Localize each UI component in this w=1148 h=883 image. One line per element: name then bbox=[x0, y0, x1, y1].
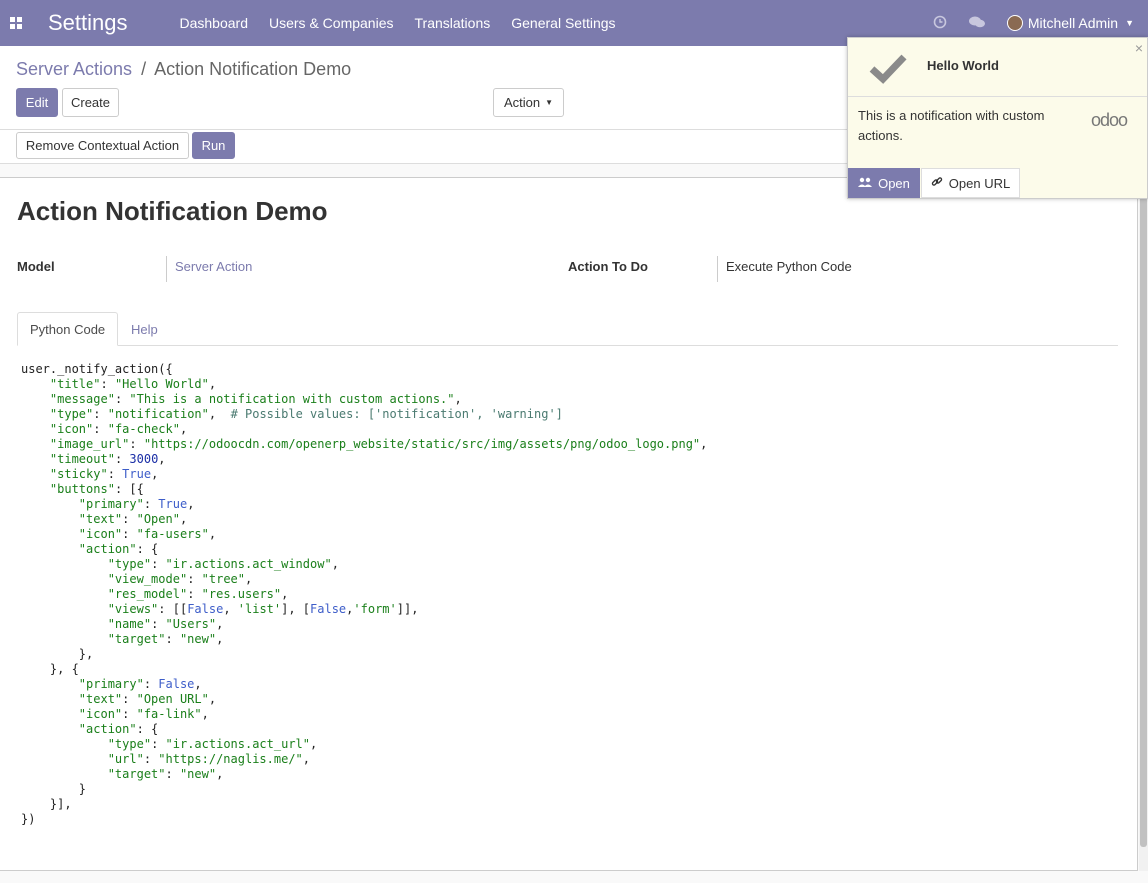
remove-contextual-action-button[interactable]: Remove Contextual Action bbox=[16, 132, 189, 159]
model-value-link[interactable]: Server Action bbox=[175, 259, 252, 274]
open-url-button[interactable]: Open URL bbox=[921, 168, 1020, 198]
tab-python-code[interactable]: Python Code bbox=[17, 312, 119, 346]
activity-clock-icon[interactable] bbox=[933, 15, 947, 32]
breadcrumb: Server Actions / Action Notification Dem… bbox=[16, 59, 351, 80]
notebook-tabs: Python Code Help bbox=[17, 312, 1118, 346]
form-sheet: Action Notification Demo Model Server Ac… bbox=[0, 177, 1138, 871]
user-menu-name[interactable]: Mitchell Admin bbox=[1028, 15, 1118, 31]
menu-item-dashboard[interactable]: Dashboard bbox=[169, 15, 259, 31]
caret-down-icon: ▼ bbox=[1125, 18, 1134, 28]
python-code-editor[interactable]: user._notify_action({ "title": "Hello Wo… bbox=[21, 362, 707, 827]
open-button-label: Open bbox=[878, 175, 910, 191]
check-icon bbox=[868, 48, 908, 88]
field-divider bbox=[166, 256, 167, 282]
main-menu: Dashboard Users & Companies Translations… bbox=[169, 15, 626, 31]
link-icon bbox=[931, 176, 943, 191]
action-dropdown[interactable]: Action ▼ bbox=[493, 88, 564, 117]
edit-button[interactable]: Edit bbox=[16, 88, 58, 117]
open-button[interactable]: Open bbox=[848, 168, 920, 198]
action-dropdown-label: Action bbox=[503, 95, 541, 110]
action-to-do-value: Execute Python Code bbox=[726, 259, 852, 274]
caret-down-icon: ▼ bbox=[545, 98, 554, 107]
close-icon[interactable]: × bbox=[1135, 40, 1143, 56]
odoo-logo: odoo bbox=[1091, 110, 1128, 130]
menu-item-general-settings[interactable]: General Settings bbox=[501, 15, 626, 31]
run-button[interactable]: Run bbox=[192, 132, 235, 159]
apps-menu-icon[interactable] bbox=[0, 0, 32, 46]
breadcrumb-current: Action Notification Demo bbox=[154, 59, 352, 79]
app-title: Settings bbox=[48, 10, 128, 35]
scrollbar-thumb[interactable] bbox=[1140, 182, 1147, 847]
notification-divider bbox=[848, 96, 1147, 97]
model-label: Model bbox=[17, 259, 55, 274]
field-divider bbox=[717, 256, 718, 282]
notification-message: This is a notification with custom actio… bbox=[858, 108, 1045, 143]
notification-title: Hello World bbox=[927, 58, 999, 73]
menu-item-translations[interactable]: Translations bbox=[404, 15, 501, 31]
notification-popup: × Hello World This is a notification wit… bbox=[847, 37, 1148, 199]
breadcrumb-server-actions[interactable]: Server Actions bbox=[16, 59, 132, 79]
action-to-do-label: Action To Do bbox=[568, 259, 648, 274]
breadcrumb-separator: / bbox=[141, 59, 147, 79]
menu-item-users-companies[interactable]: Users & Companies bbox=[259, 15, 405, 31]
create-button[interactable]: Create bbox=[62, 88, 119, 117]
open-url-button-label: Open URL bbox=[948, 175, 1011, 191]
record-title: Action Notification Demo bbox=[17, 196, 328, 226]
users-icon bbox=[858, 176, 873, 191]
chat-bubbles-icon[interactable] bbox=[968, 15, 985, 32]
tab-help[interactable]: Help bbox=[119, 312, 170, 346]
user-avatar[interactable] bbox=[1006, 15, 1023, 31]
